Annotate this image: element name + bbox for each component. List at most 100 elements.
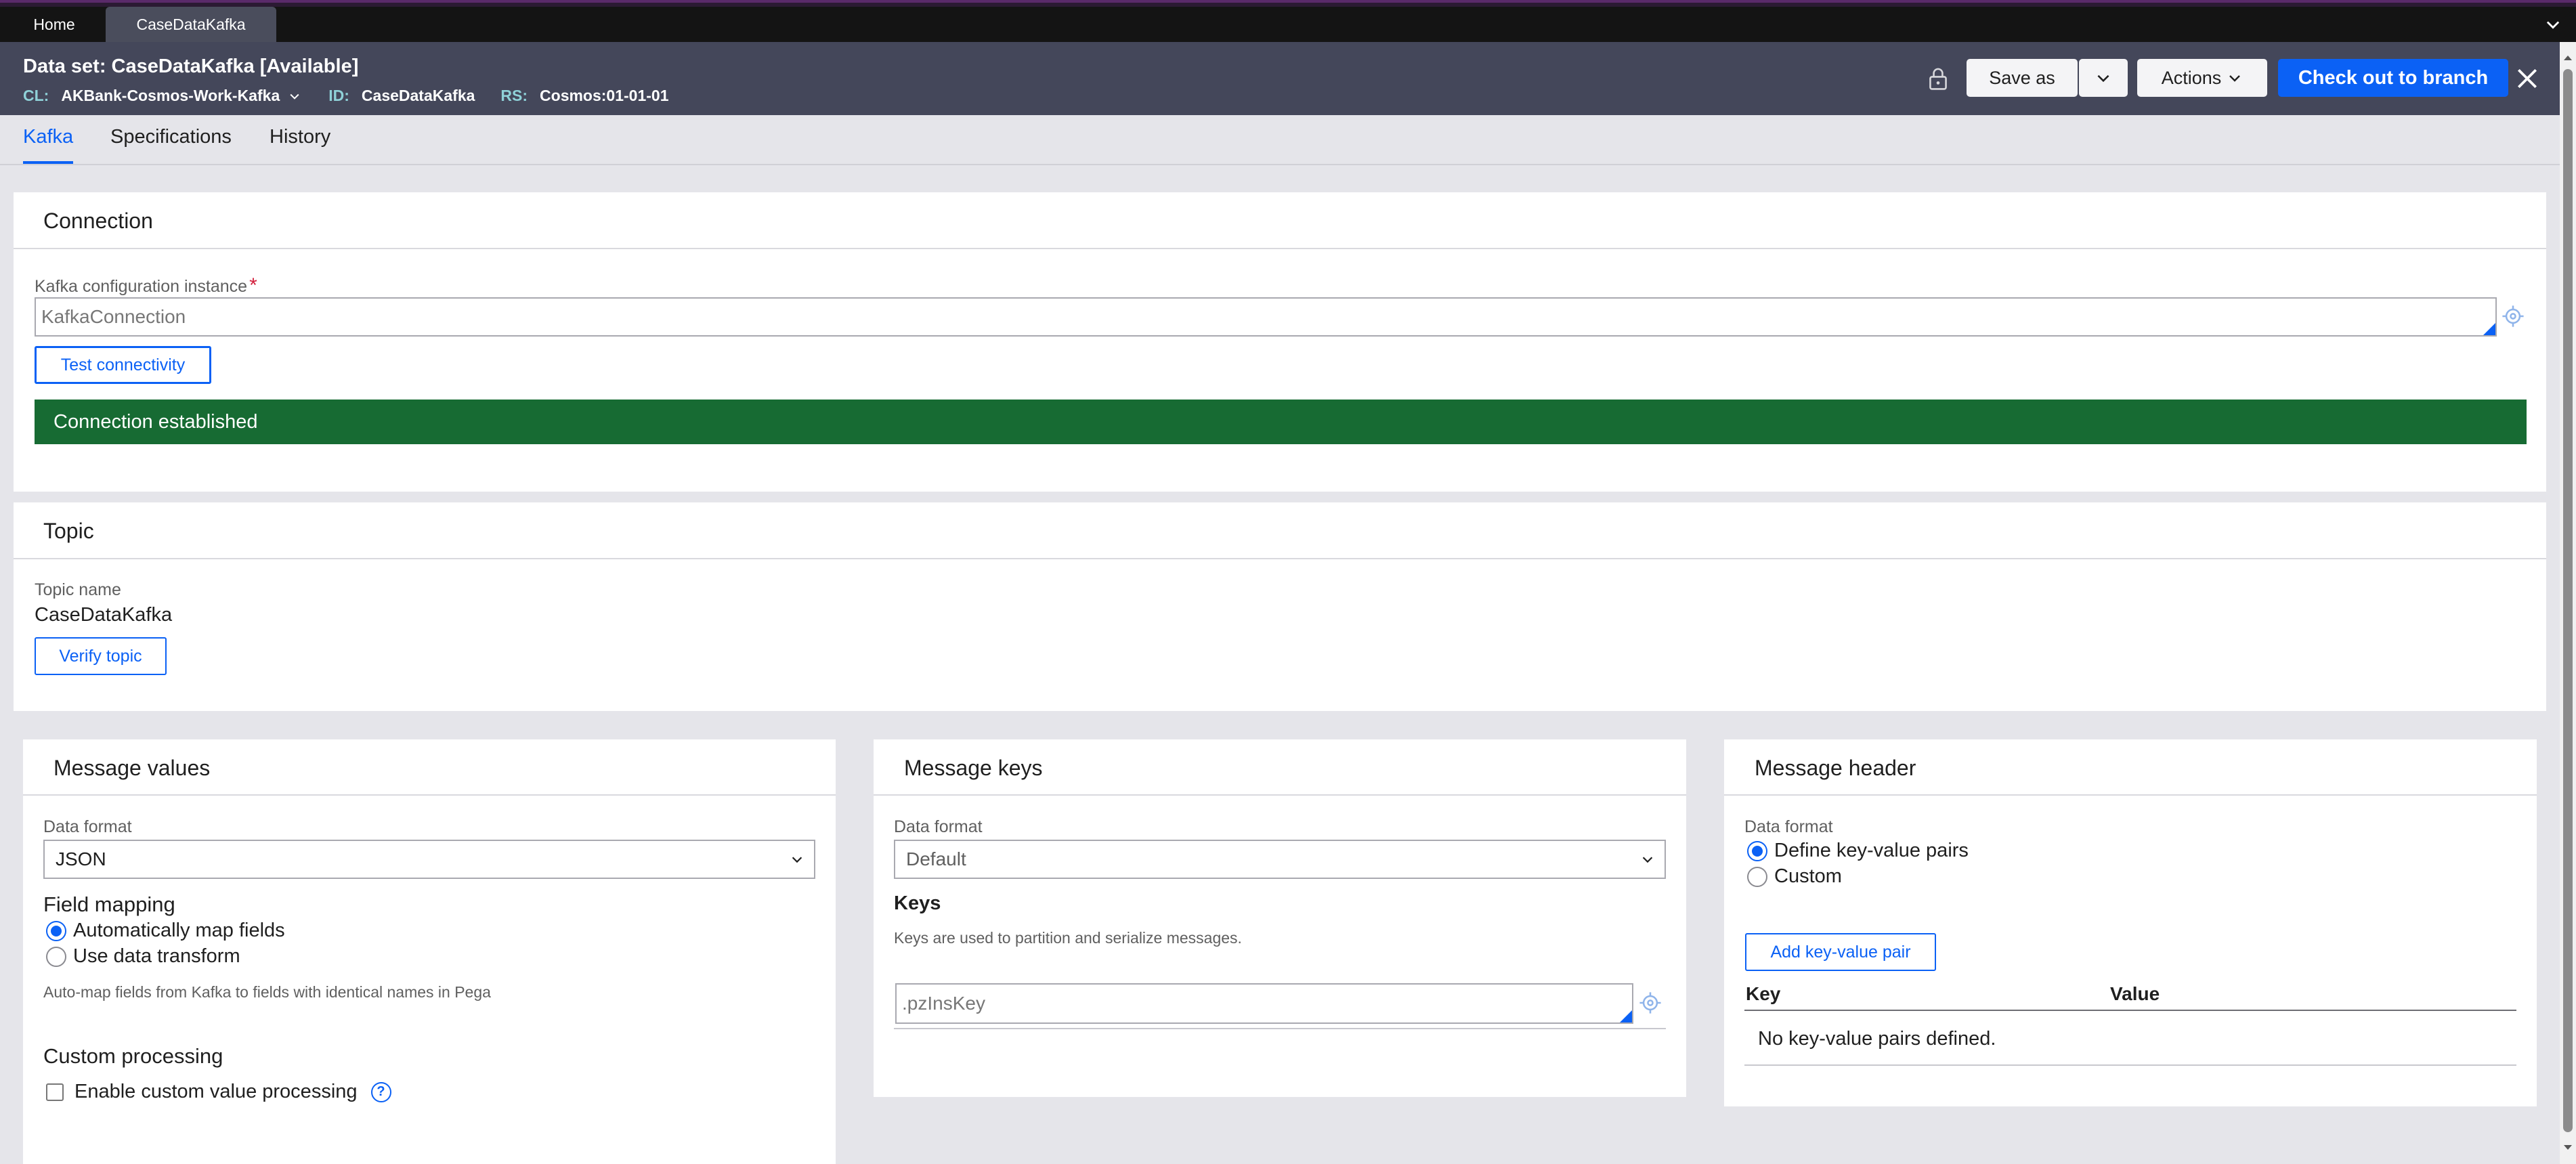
mk-format-value: Default: [906, 848, 966, 869]
close-icon[interactable]: [2514, 66, 2540, 91]
topic-card: Topic: [14, 502, 2546, 711]
radio-use-transform[interactable]: Use data transform: [46, 945, 240, 968]
required-marker: *: [249, 274, 257, 297]
accent-bar: [0, 0, 2576, 3]
id-label: ID:: [328, 87, 349, 104]
column-header-value: Value: [2110, 983, 2160, 1004]
scroll-down-icon[interactable]: [2562, 1142, 2573, 1152]
message-values-title: Message values: [53, 756, 211, 780]
key-property-value: .pzInsKey: [902, 993, 985, 1014]
record-meta: CL: AKBank-Cosmos-Work-Kafka ID: CaseDat…: [23, 87, 695, 105]
mk-format-label: Data format: [894, 817, 983, 836]
connection-title: Connection: [43, 209, 153, 233]
test-connectivity-button[interactable]: Test connectivity: [35, 346, 211, 384]
rs-value: Cosmos:01-01-01: [540, 87, 669, 104]
kafka-config-input[interactable]: KafkaConnection: [35, 297, 2497, 337]
radio-selected: [46, 920, 66, 941]
record-header: Data set: CaseDataKafka [Available] CL: …: [0, 42, 2560, 115]
tab-overflow-chevron-icon[interactable]: [2543, 15, 2562, 34]
cl-value[interactable]: AKBank-Cosmos-Work-Kafka: [61, 87, 280, 105]
column-header-key: Key: [1746, 983, 1781, 1004]
radio-auto-map-label: Automatically map fields: [73, 920, 285, 941]
check-out-to-branch-button[interactable]: Check out to branch: [2278, 59, 2508, 97]
custom-processing-heading: Custom processing: [43, 1044, 223, 1068]
custom-processing-label: Enable custom value processing: [74, 1081, 358, 1102]
scrollbar-thumb[interactable]: [2563, 69, 2573, 1132]
save-as-button[interactable]: Save as: [1967, 59, 2078, 97]
message-header-title: Message header: [1755, 756, 1916, 780]
empty-table-message: No key-value pairs defined.: [1758, 1028, 1996, 1050]
lock-icon: [1929, 68, 1947, 90]
message-keys-card: Message keys: [874, 739, 1686, 1097]
checkbox-box: [46, 1083, 64, 1101]
message-header-card: Message header: [1724, 739, 2537, 1106]
chevron-down-icon: [1642, 857, 1653, 863]
autocomplete-corner-icon: [1620, 1010, 1632, 1022]
chevron-down-icon: [2229, 75, 2241, 82]
id-value: CaseDataKafka: [361, 87, 475, 104]
cl-label: CL:: [23, 87, 49, 104]
mh-format-label: Data format: [1744, 817, 1833, 836]
table-bottom-divider: [1744, 1064, 2516, 1066]
enable-custom-processing-checkbox[interactable]: Enable custom value processing ?: [46, 1081, 391, 1103]
mapping-help-text: Auto-map fields from Kafka to fields wit…: [43, 983, 491, 1001]
radio-selected: [1747, 840, 1767, 861]
window-top-strip: [0, 0, 2576, 7]
tab-casedatakafka[interactable]: CaseDataKafka: [106, 7, 276, 42]
message-keys-title: Message keys: [904, 756, 1043, 780]
verify-topic-button[interactable]: Verify topic: [35, 637, 167, 675]
chevron-down-icon: [792, 857, 802, 863]
actions-button[interactable]: Actions: [2137, 59, 2267, 97]
keys-heading: Keys: [894, 892, 941, 914]
radio-use-transform-label: Use data transform: [73, 945, 240, 967]
autocomplete-corner-icon: [2483, 323, 2495, 335]
divider: [14, 558, 2546, 559]
radio-unselected: [1747, 866, 1767, 887]
scroll-up-icon[interactable]: [2562, 53, 2573, 64]
key-property-input[interactable]: .pzInsKey: [895, 983, 1633, 1024]
radio-auto-map[interactable]: Automatically map fields: [46, 920, 285, 942]
divider: [14, 248, 2546, 249]
connection-status-banner: Connection established: [35, 400, 2527, 444]
radio-custom[interactable]: Custom: [1747, 865, 1842, 888]
rule-tabs: Kafka Specifications History: [0, 115, 2560, 165]
radio-unselected: [46, 946, 66, 967]
document-tab-bar: Home CaseDataKafka: [0, 7, 2576, 42]
table-header-divider: [1744, 1010, 2516, 1011]
divider: [874, 794, 1686, 796]
vertical-scrollbar[interactable]: [2560, 42, 2576, 1164]
tab-history[interactable]: History: [270, 126, 330, 164]
key-row-divider: [894, 1028, 1666, 1029]
tab-home[interactable]: Home: [8, 7, 100, 42]
topic-name-value: CaseDataKafka: [35, 604, 173, 626]
add-key-value-pair-button[interactable]: Add key-value pair: [1745, 933, 1936, 971]
connection-card: Connection: [14, 192, 2546, 492]
kafka-config-label: Kafka configuration instance *: [35, 274, 257, 297]
radio-custom-label: Custom: [1774, 865, 1842, 887]
field-mapping-heading: Field mapping: [43, 892, 175, 916]
page-title: Data set: CaseDataKafka [Available]: [23, 56, 359, 77]
target-icon[interactable]: [2502, 305, 2525, 328]
mv-format-label: Data format: [43, 817, 132, 836]
radio-define-pairs-label: Define key-value pairs: [1774, 840, 1969, 861]
mv-format-value: JSON: [56, 848, 106, 869]
mk-format-select[interactable]: Default: [894, 840, 1666, 879]
tab-kafka[interactable]: Kafka: [23, 126, 74, 164]
chevron-down-icon[interactable]: [288, 89, 301, 103]
topic-name-label: Topic name: [35, 580, 121, 599]
divider: [1724, 794, 2537, 796]
tab-specifications[interactable]: Specifications: [110, 126, 232, 164]
kafka-config-label-text: Kafka configuration instance: [35, 277, 248, 296]
keys-help-text: Keys are used to partition and serialize…: [894, 929, 1242, 947]
divider: [23, 794, 836, 796]
save-as-menu-button[interactable]: [2079, 59, 2128, 97]
mv-format-select[interactable]: JSON: [43, 840, 815, 879]
actions-label: Actions: [2161, 67, 2222, 88]
rs-label: RS:: [500, 87, 528, 104]
kafka-config-value: KafkaConnection: [41, 306, 186, 327]
topic-title: Topic: [43, 519, 94, 543]
chevron-down-icon: [2097, 74, 2109, 83]
radio-define-pairs[interactable]: Define key-value pairs: [1747, 840, 1969, 862]
help-icon[interactable]: ?: [370, 1081, 391, 1102]
target-icon[interactable]: [1639, 991, 1662, 1014]
